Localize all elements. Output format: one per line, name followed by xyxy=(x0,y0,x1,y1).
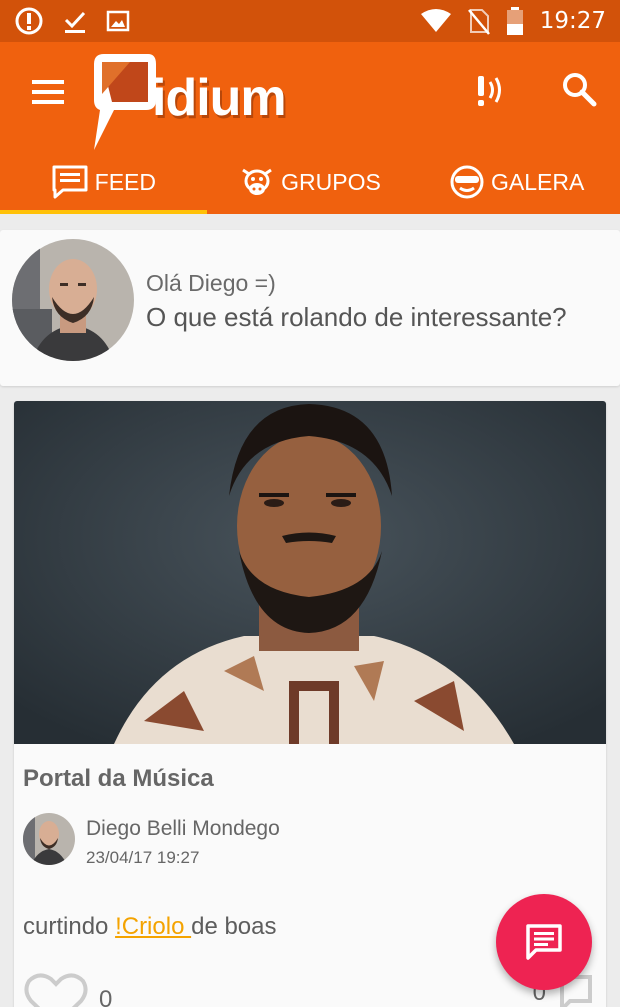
menu-icon[interactable] xyxy=(28,72,68,112)
feed-icon xyxy=(52,165,88,199)
post-text-before: curtindo xyxy=(23,913,116,940)
alert-circle-icon xyxy=(15,7,43,35)
post-text-after: de boas xyxy=(191,913,277,940)
mention-link[interactable]: !Criolo xyxy=(115,913,191,940)
tab-bar: FEED GRUPOS GALERA xyxy=(0,150,620,214)
composer-prompt[interactable]: O que está rolando de interessante? xyxy=(146,302,567,333)
like-row: 0 xyxy=(23,973,112,1007)
user-avatar[interactable] xyxy=(12,239,134,361)
download-done-icon xyxy=(64,11,86,33)
post-text: curtindo !Criolo de boas xyxy=(23,913,277,941)
tab-grupos[interactable]: GRUPOS xyxy=(207,150,414,214)
status-bar: 19:27 xyxy=(0,0,620,42)
composer-greeting: Olá Diego =) xyxy=(146,270,276,296)
post-author[interactable]: Diego Belli Mondego xyxy=(86,817,280,841)
composer-card[interactable]: Olá Diego =) O que está rolando de inter… xyxy=(0,230,620,386)
tab-feed[interactable]: FEED xyxy=(0,150,207,214)
tab-galera-label: GALERA xyxy=(491,168,585,195)
app-bar: idium FEED GRUPOS GALERA xyxy=(0,42,620,214)
author-avatar[interactable] xyxy=(23,813,75,865)
notification-alert-icon[interactable] xyxy=(468,68,512,112)
logo-bubble-icon xyxy=(94,54,156,150)
tab-grupos-label: GRUPOS xyxy=(281,168,381,195)
post-image[interactable] xyxy=(14,401,606,744)
heart-icon[interactable] xyxy=(23,973,89,1007)
tab-feed-label: FEED xyxy=(94,168,156,195)
search-icon[interactable] xyxy=(558,68,602,112)
battery-icon xyxy=(506,7,523,35)
tab-galera[interactable]: GALERA xyxy=(413,150,620,214)
compose-message-icon xyxy=(526,924,562,960)
post-date: 23/04/17 19:27 xyxy=(86,848,200,867)
no-sim-icon xyxy=(467,9,490,35)
sunglasses-face-icon xyxy=(450,165,484,199)
post-title[interactable]: Portal da Música xyxy=(23,765,214,793)
status-time: 19:27 xyxy=(539,8,606,34)
like-count: 0 xyxy=(99,986,113,1007)
cow-icon xyxy=(242,168,272,195)
new-post-fab[interactable] xyxy=(496,894,592,990)
app-logo: idium xyxy=(86,50,296,152)
image-icon xyxy=(106,10,130,32)
wifi-icon xyxy=(420,9,451,32)
logo-text: idium xyxy=(152,69,287,127)
